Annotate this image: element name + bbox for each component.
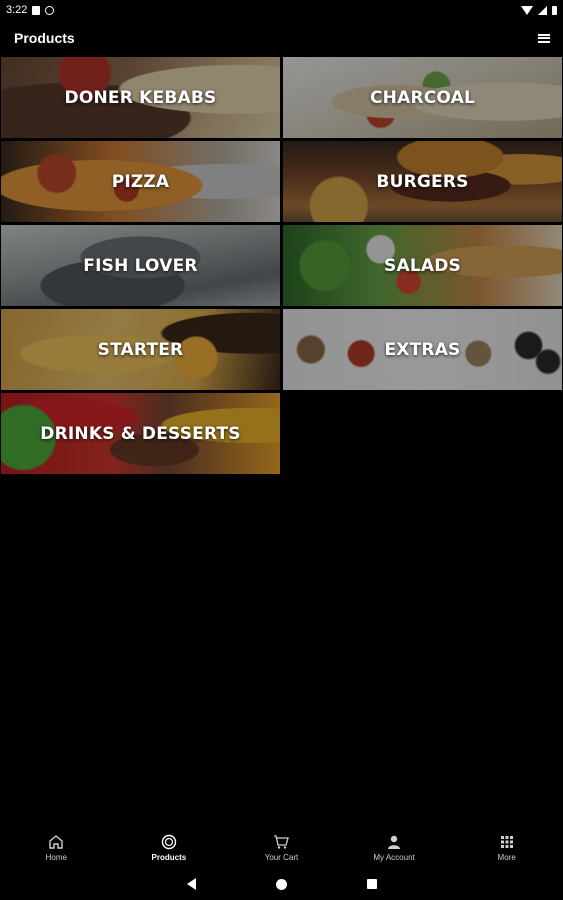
category-label: EXTRAS: [384, 339, 461, 360]
cart-icon: [273, 834, 290, 850]
screen: 3:22 Products DONER KEBABS CHARCOAL PIZZ…: [0, 0, 563, 900]
nav-label: Your Cart: [264, 852, 299, 862]
app-bar: Products: [0, 20, 563, 56]
nav-item-account[interactable]: My Account: [354, 834, 434, 862]
nav-item-home[interactable]: Home: [16, 834, 96, 862]
category-label: BURGERS: [376, 171, 469, 192]
system-nav: [0, 868, 563, 900]
category-label: DONER KEBABS: [64, 87, 217, 108]
account-icon: [386, 834, 402, 850]
category-tile-pizza[interactable]: PIZZA: [1, 141, 280, 222]
recents-icon[interactable]: [366, 879, 377, 889]
category-label: DRINKS & DESSERTS: [40, 423, 241, 444]
category-tile-charcoal[interactable]: CHARCOAL: [283, 57, 562, 138]
nav-label: My Account: [373, 852, 415, 862]
home-circle-icon[interactable]: [275, 878, 287, 890]
category-tile-fish-lover[interactable]: FISH LOVER: [1, 225, 280, 306]
category-label: CHARCOAL: [369, 87, 475, 108]
nav-label: Home: [45, 852, 67, 862]
wifi-icon: [521, 5, 533, 15]
nav-label: Products: [151, 852, 187, 862]
status-right: [521, 5, 557, 15]
category-tile-burgers[interactable]: BURGERS: [283, 141, 562, 222]
nav-label: More: [497, 852, 516, 862]
nav-item-products[interactable]: Products: [129, 834, 209, 862]
products-icon: [161, 834, 177, 850]
category-grid: DONER KEBABS CHARCOAL PIZZA BURGERS FISH…: [1, 57, 562, 474]
signal-icon: [538, 5, 547, 15]
bottom-nav: Home Products Your Cart My Account More: [0, 830, 563, 865]
category-label: PIZZA: [111, 171, 170, 192]
nav-item-cart[interactable]: Your Cart: [241, 834, 321, 862]
category-label: SALADS: [384, 255, 461, 276]
category-tile-extras[interactable]: EXTRAS: [283, 309, 562, 390]
list-view-icon[interactable]: [538, 33, 550, 43]
battery-icon: [552, 5, 557, 15]
home-icon: [48, 834, 64, 850]
status-bar: 3:22: [0, 0, 563, 20]
page-title: Products: [14, 30, 75, 46]
nav-item-more[interactable]: More: [467, 834, 547, 862]
status-left: 3:22: [6, 4, 55, 16]
notification-square-icon: [32, 5, 41, 15]
category-tile-doner-kebabs[interactable]: DONER KEBABS: [1, 57, 280, 138]
status-time: 3:22: [6, 4, 28, 16]
grid-icon: [499, 834, 515, 850]
category-label: FISH LOVER: [83, 255, 198, 276]
back-icon[interactable]: [186, 878, 196, 890]
category-tile-salads[interactable]: SALADS: [283, 225, 562, 306]
category-tile-starter[interactable]: STARTER: [1, 309, 280, 390]
notification-circle-icon: [45, 5, 55, 15]
category-label: STARTER: [97, 339, 184, 360]
category-tile-drinks-desserts[interactable]: DRINKS & DESSERTS: [1, 393, 280, 474]
